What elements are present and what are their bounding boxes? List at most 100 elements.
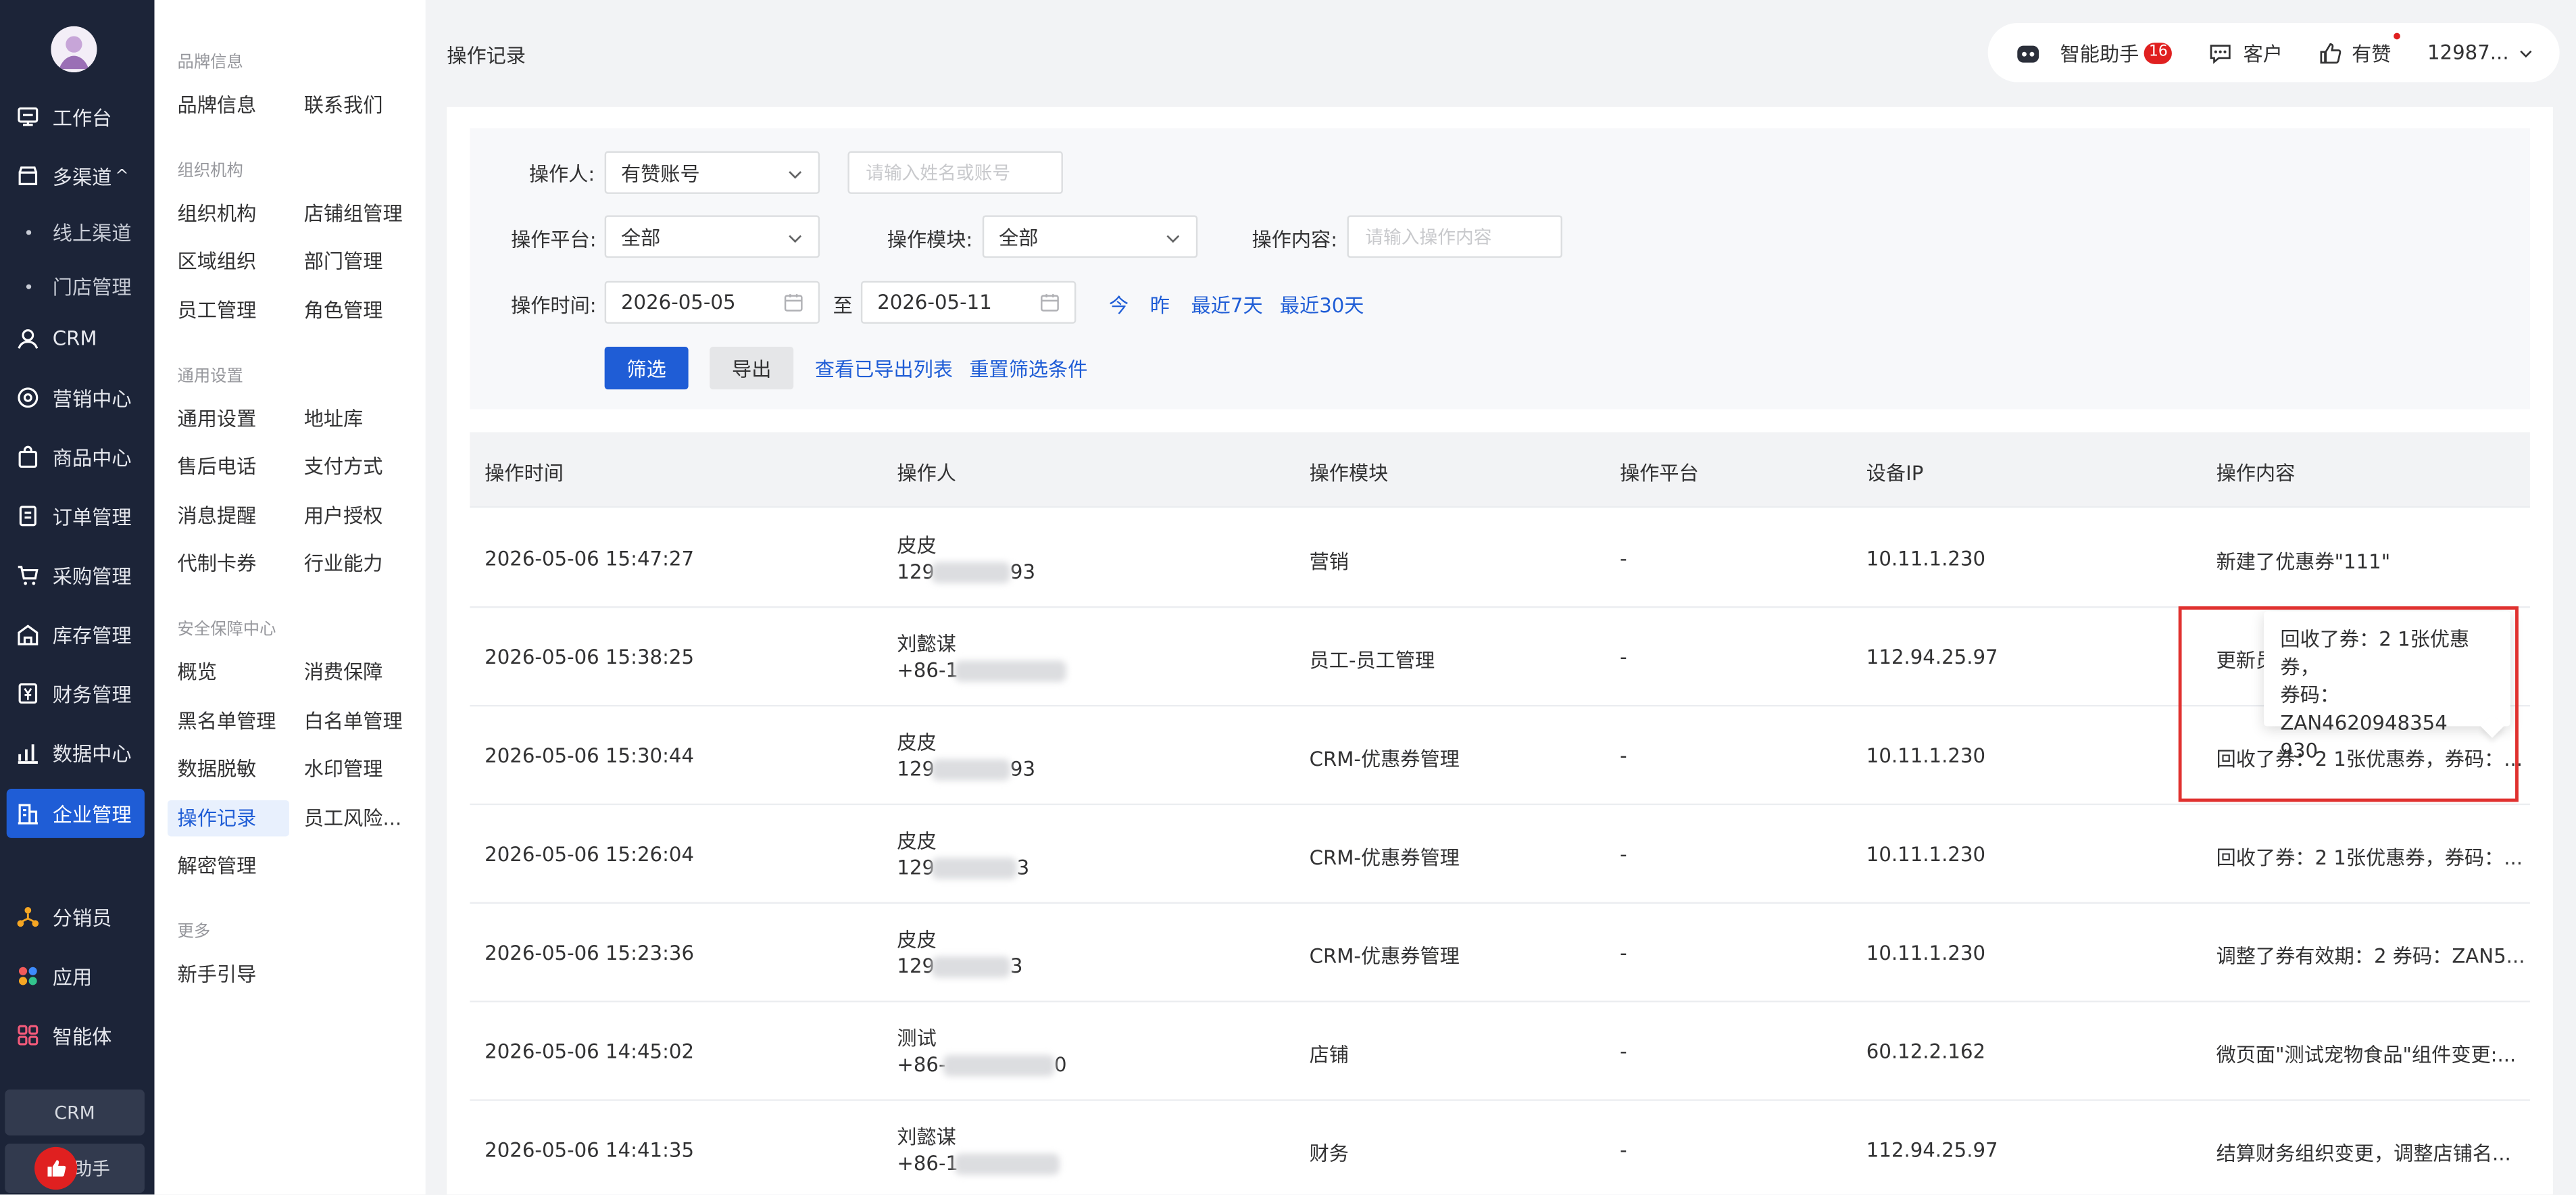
cell-operator-account: +86- 0 bbox=[897, 1053, 1067, 1077]
section-title: 更多 bbox=[177, 923, 211, 942]
menu-link-whitelist[interactable]: 白名单管理 bbox=[304, 704, 403, 739]
menu-link-card-coupon[interactable]: 代制卡券 bbox=[178, 545, 257, 581]
nav-item-data[interactable]: 数据中心 bbox=[0, 728, 155, 777]
quick-last-7-days[interactable]: 最近7天 bbox=[1191, 291, 1263, 318]
nav-item-marketing[interactable]: 营销中心 bbox=[0, 373, 155, 422]
filter-button[interactable]: 筛选 bbox=[604, 346, 689, 390]
crm-button[interactable]: CRM bbox=[5, 1089, 145, 1136]
account-prefix: 129 bbox=[897, 757, 935, 781]
content-search-input[interactable]: 请输入操作内容 bbox=[1347, 215, 1562, 258]
menu-link-operation-log[interactable]: 操作记录 bbox=[167, 800, 289, 837]
export-button[interactable]: 导出 bbox=[710, 346, 794, 390]
account-prefix: 129 bbox=[897, 954, 935, 978]
operator-label: 操作人: bbox=[528, 162, 595, 186]
menu-link-address-book[interactable]: 地址库 bbox=[304, 401, 364, 437]
menu-link-beginner-guide[interactable]: 新手引导 bbox=[178, 956, 257, 992]
cell-operator-account: 129 3 bbox=[897, 856, 1029, 879]
cell-time: 2026-05-06 15:23:36 bbox=[485, 942, 695, 965]
menu-link-aftersale-phone[interactable]: 售后电话 bbox=[178, 449, 257, 485]
menu-link-data-masking[interactable]: 数据脱敏 bbox=[178, 751, 257, 787]
masked-text bbox=[931, 759, 1010, 781]
nav-item-goods[interactable]: 商品中心 bbox=[0, 432, 155, 481]
nav-label: 工作台 bbox=[52, 105, 112, 129]
section-title: 安全保障中心 bbox=[177, 620, 276, 639]
menu-link-contact-us[interactable]: 联系我们 bbox=[304, 87, 383, 123]
smart-assistant-button[interactable]: 智能助手 16 bbox=[2060, 39, 2173, 66]
nav-item-apps[interactable]: 应用 bbox=[0, 952, 155, 1001]
menu-link-org[interactable]: 组织机构 bbox=[178, 195, 257, 231]
cell-content[interactable]: 回收了券：2 1张优惠券，券码：... bbox=[2216, 843, 2523, 871]
nav-item-enterprise[interactable]: 企业管理 bbox=[6, 788, 145, 838]
quick-last-30-days[interactable]: 最近30天 bbox=[1280, 291, 1364, 318]
platform-select[interactable]: 全部 bbox=[604, 215, 820, 258]
nav-item-crm[interactable]: CRM bbox=[0, 314, 155, 363]
menu-link-brand-info[interactable]: 品牌信息 bbox=[178, 87, 257, 123]
menu-link-consumer-protection[interactable]: 消费保障 bbox=[304, 654, 383, 690]
assistant-text: 智能助手 bbox=[2060, 41, 2139, 66]
nav-item-finance[interactable]: 财务管理 bbox=[0, 668, 155, 718]
menu-link-blacklist[interactable]: 黑名单管理 bbox=[178, 704, 276, 739]
quick-today[interactable]: 今 bbox=[1109, 291, 1129, 318]
menu-link-decrypt[interactable]: 解密管理 bbox=[178, 848, 257, 883]
nav-item-inventory[interactable]: 库存管理 bbox=[0, 610, 155, 659]
nav-item-multichannel[interactable]: 多渠道 ^ bbox=[0, 151, 155, 201]
menu-link-watermark[interactable]: 水印管理 bbox=[304, 751, 383, 787]
customer-button[interactable]: 客户 bbox=[2209, 39, 2283, 66]
store-icon bbox=[16, 164, 39, 187]
nav-label: 分销员 bbox=[52, 906, 112, 929]
nav-item-distributor[interactable]: 分销员 bbox=[0, 892, 155, 942]
nav-item-orders[interactable]: 订单管理 bbox=[0, 491, 155, 541]
menu-link-industry[interactable]: 行业能力 bbox=[304, 545, 383, 581]
cell-ip: 60.12.2.162 bbox=[1866, 1040, 1986, 1063]
warehouse-icon bbox=[16, 623, 39, 645]
menu-link-staff-risk[interactable]: 员工风险... bbox=[304, 800, 402, 836]
view-exports-link[interactable]: 查看已导出列表 bbox=[815, 355, 953, 383]
nav-item-workbench[interactable]: 工作台 bbox=[0, 92, 155, 141]
nav-sub-stores[interactable]: 门店管理 bbox=[0, 264, 155, 307]
end-date-picker[interactable]: 2026-05-11 bbox=[860, 281, 1076, 324]
cell-content[interactable]: 结算财务组织变更，调整店铺名... bbox=[2216, 1139, 2511, 1167]
reset-filters-link[interactable]: 重置筛选条件 bbox=[969, 355, 1087, 383]
account-menu[interactable]: 12987... bbox=[2427, 41, 2533, 64]
menu-link-region-org[interactable]: 区域组织 bbox=[178, 243, 257, 279]
account-suffix: 3 bbox=[1010, 954, 1023, 978]
youzan-text: 有赞 bbox=[2352, 41, 2392, 66]
module-select[interactable]: 全部 bbox=[982, 215, 1198, 258]
menu-link-notifications[interactable]: 消息提醒 bbox=[178, 498, 257, 534]
cell-content[interactable]: 微页面"测试宠物食品"组件变更:... bbox=[2216, 1040, 2517, 1068]
youzan-button[interactable]: 有赞 bbox=[2319, 32, 2400, 66]
avatar[interactable] bbox=[51, 26, 97, 72]
masked-text bbox=[955, 1153, 1060, 1175]
menu-link-shop-group[interactable]: 店铺组管理 bbox=[304, 195, 403, 231]
assistant-button[interactable]: 助手 bbox=[5, 1144, 145, 1193]
cell-content[interactable]: 调整了券有效期：2 券码：ZAN5... bbox=[2216, 942, 2525, 969]
start-date-picker[interactable]: 2026-05-05 bbox=[604, 281, 820, 324]
menu-link-staff[interactable]: 员工管理 bbox=[178, 293, 257, 328]
nav-item-purchase[interactable]: 采购管理 bbox=[0, 550, 155, 600]
section-title: 通用设置 bbox=[177, 368, 243, 387]
cell-module: CRM-优惠券管理 bbox=[1309, 748, 1460, 771]
account-prefix: +86-1 bbox=[897, 1152, 959, 1175]
menu-link-department[interactable]: 部门管理 bbox=[304, 243, 383, 279]
nav-sub-label: 门店管理 bbox=[52, 275, 132, 299]
operator-type-select[interactable]: 有赞账号 bbox=[604, 151, 820, 194]
nav-sub-online[interactable]: 线上渠道 bbox=[0, 210, 155, 253]
masked-text bbox=[931, 562, 1010, 584]
menu-link-overview[interactable]: 概览 bbox=[178, 654, 217, 690]
cell-operator-name: 皮皮 bbox=[897, 829, 937, 853]
menu-link-payment[interactable]: 支付方式 bbox=[304, 449, 383, 485]
menu-link-general-settings[interactable]: 通用设置 bbox=[178, 401, 257, 437]
cell-operator-account: 129 93 bbox=[897, 560, 1035, 584]
nav-label: 财务管理 bbox=[52, 683, 132, 706]
calendar-icon bbox=[1041, 294, 1059, 312]
quick-yesterday[interactable]: 昨 bbox=[1150, 291, 1170, 318]
nav-label: 采购管理 bbox=[52, 564, 132, 588]
cell-content[interactable]: 新建了优惠券"111" bbox=[2216, 547, 2391, 575]
menu-link-user-auth[interactable]: 用户授权 bbox=[304, 498, 383, 534]
chevron-down-icon bbox=[1166, 235, 1180, 243]
menu-link-roles[interactable]: 角色管理 bbox=[304, 293, 383, 328]
robot-icon[interactable] bbox=[2016, 41, 2040, 65]
nav-item-agent[interactable]: 智能体 bbox=[0, 1010, 155, 1060]
highlight-box bbox=[2178, 606, 2519, 802]
operator-search-input[interactable]: 请输入姓名或账号 bbox=[847, 151, 1063, 194]
